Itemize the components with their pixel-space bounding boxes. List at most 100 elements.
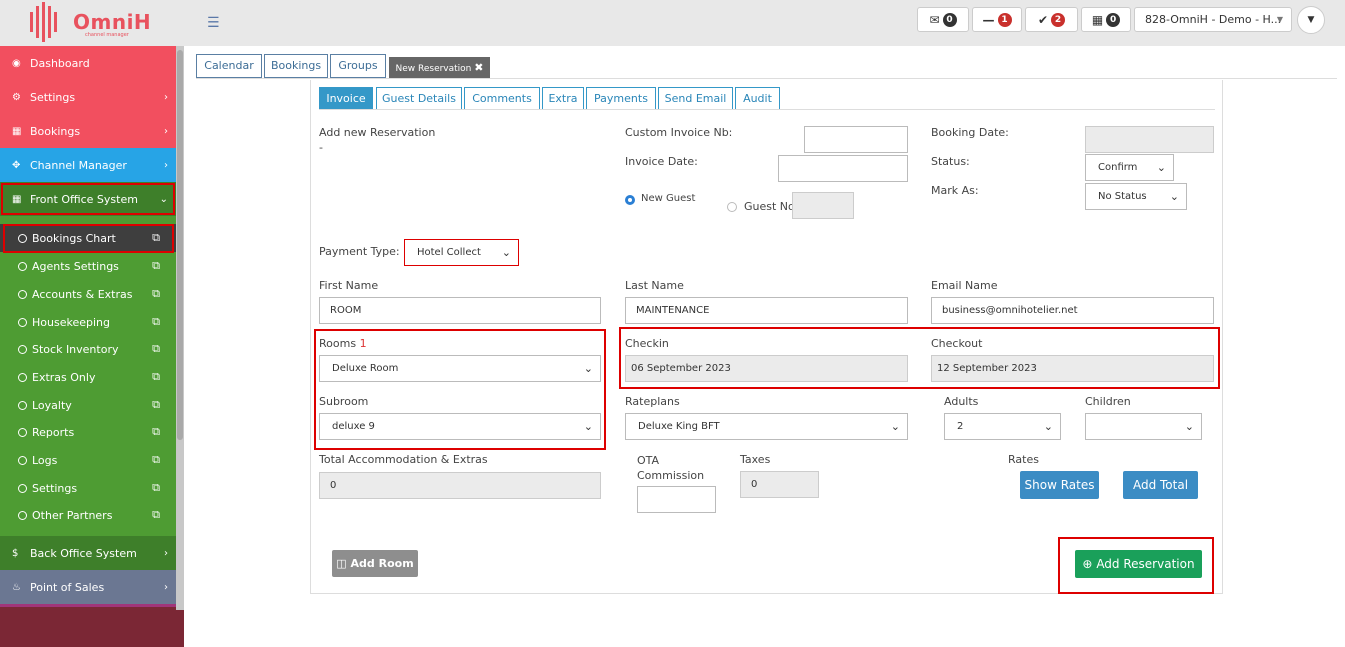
sidebar-sub-label: Settings — [32, 481, 78, 495]
circle-icon — [18, 317, 27, 327]
tab-bookings[interactable]: Bookings — [264, 54, 328, 78]
user-menu-button[interactable]: ▼ — [1297, 6, 1325, 34]
sidebar-sub-logs[interactable]: Logs ⧉ — [0, 446, 176, 474]
chevron-right-icon: › — [164, 581, 168, 593]
sidebar-item-channel-manager[interactable]: ✥ Channel Manager › — [0, 148, 176, 182]
booking-date-input[interactable] — [1085, 126, 1214, 153]
highlight-bookings-chart — [3, 224, 174, 253]
inner-tabs-divider — [319, 109, 1215, 110]
mark-as-select[interactable]: No Status ⌄ — [1085, 183, 1187, 210]
highlight-front-office — [1, 183, 175, 215]
sidebar-sub-reports[interactable]: Reports ⧉ — [0, 418, 176, 446]
circle-icon — [18, 400, 27, 410]
sidebar-sub-label: Logs — [32, 453, 58, 467]
new-guest-label: New Guest — [641, 193, 696, 204]
add-new-reservation-label: Add new Reservation — [319, 126, 436, 139]
sidebar-sub-extras-only[interactable]: Extras Only ⧉ — [0, 363, 176, 391]
sidebar-item-pos[interactable]: ♨ Point of Sales › — [0, 570, 176, 604]
sidebar-sub-other-partners[interactable]: Other Partners ⧉ — [0, 501, 176, 529]
chevron-down-icon: ⌄ — [501, 246, 511, 259]
new-guest-radio[interactable] — [625, 195, 635, 205]
menu-toggle-icon[interactable]: ☰ — [207, 15, 220, 31]
messages-button[interactable]: ✉ 0 — [917, 7, 969, 32]
tab-guest-details[interactable]: Guest Details — [376, 87, 462, 110]
guest-no-label: Guest No — [744, 200, 795, 213]
sidebar-item-settings[interactable]: ⚙ Settings › — [0, 80, 176, 114]
sidebar-item-label: Channel Manager — [30, 158, 127, 172]
calendar-count: 0 — [1106, 12, 1121, 27]
external-link-icon: ⧉ — [152, 259, 160, 272]
mark-as-label: Mark As: — [931, 184, 979, 197]
sidebar-item-bookings[interactable]: ▦ Bookings › — [0, 114, 176, 148]
brand-logo[interactable]: OmniH channel manager — [28, 2, 151, 42]
tab-new-reservation[interactable]: New Reservation ✖ — [389, 57, 490, 78]
tabs-divider — [196, 78, 1337, 79]
guest-no-radio[interactable] — [727, 202, 737, 212]
sidebar-sub-housekeeping[interactable]: Housekeeping ⧉ — [0, 308, 176, 336]
first-name-input[interactable]: ROOM — [319, 297, 601, 324]
calendar-button[interactable]: ▦ 0 — [1081, 7, 1131, 32]
tab-invoice[interactable]: Invoice — [319, 87, 373, 110]
add-room-label: Add Room — [350, 557, 414, 570]
sidebar-scroll-thumb[interactable] — [177, 50, 183, 440]
circle-icon — [18, 289, 27, 299]
tab-label: New Reservation — [395, 64, 472, 74]
tab-extra[interactable]: Extra — [542, 87, 584, 110]
chevron-down-icon: ⌄ — [1169, 190, 1179, 203]
sidebar-item-label: Point of Sales — [30, 580, 105, 594]
ota-commission-label: OTA Commission — [637, 454, 705, 482]
rates-label: Rates — [1008, 453, 1039, 466]
rateplans-select[interactable]: Deluxe King BFT ⌄ — [625, 413, 908, 440]
last-name-input[interactable]: MAINTENANCE — [625, 297, 908, 324]
children-label: Children — [1085, 395, 1131, 408]
chevron-right-icon: › — [164, 91, 168, 103]
show-rates-button[interactable]: Show Rates — [1020, 471, 1099, 499]
payment-type-select[interactable]: Hotel Collect ⌄ — [404, 239, 519, 266]
bed-icon: ◫ — [336, 557, 347, 570]
adults-select[interactable]: 2 ⌄ — [944, 413, 1061, 440]
sidebar-sub-settings[interactable]: Settings ⧉ — [0, 474, 176, 502]
sidebar-sub-accounts-extras[interactable]: Accounts & Extras ⧉ — [0, 280, 176, 308]
minus-count: 1 — [997, 12, 1012, 27]
close-icon[interactable]: ✖ — [474, 61, 483, 74]
email-input[interactable]: business@omnihotelier.net — [931, 297, 1214, 324]
sidebar-item-back-office[interactable]: $ Back Office System › — [0, 536, 176, 570]
status-select-value: Confirm — [1098, 162, 1138, 173]
total-input[interactable]: 0 — [319, 472, 601, 499]
calendar-icon: ▦ — [1091, 12, 1104, 27]
ota-commission-input[interactable] — [637, 486, 716, 513]
sidebar-item-dashboard[interactable]: ◉ Dashboard — [0, 46, 176, 80]
minus-button[interactable]: — 1 — [972, 7, 1022, 32]
sidebar-sub-loyalty[interactable]: Loyalty ⧉ — [0, 391, 176, 419]
check-button[interactable]: ✔ 2 — [1025, 7, 1078, 32]
tab-send-email[interactable]: Send Email — [658, 87, 733, 110]
status-select[interactable]: Confirm ⌄ — [1085, 154, 1174, 181]
sidebar-item-label: Back Office System — [30, 546, 137, 560]
minus-icon: — — [982, 12, 995, 27]
gear-icon: ⚙ — [12, 91, 21, 103]
sidebar-sub-stock-inventory[interactable]: Stock Inventory ⧉ — [0, 335, 176, 363]
external-link-icon: ⧉ — [152, 508, 160, 521]
email-label: Email Name — [931, 279, 998, 292]
sidebar-sub-label: Other Partners — [32, 508, 113, 522]
rateplans-label: Rateplans — [625, 395, 680, 408]
tab-comments[interactable]: Comments — [464, 87, 540, 110]
sidebar-sub-agents-settings[interactable]: Agents Settings ⧉ — [0, 252, 176, 280]
custom-invoice-input[interactable] — [804, 126, 908, 153]
tab-audit[interactable]: Audit — [735, 87, 780, 110]
tab-groups[interactable]: Groups — [330, 54, 386, 78]
children-select[interactable]: ⌄ — [1085, 413, 1202, 440]
check-count: 2 — [1051, 12, 1066, 27]
hotel-select[interactable]: 828-OmniH - Demo - H... ▼ — [1134, 7, 1292, 32]
guest-no-input[interactable] — [792, 192, 854, 219]
circle-icon — [18, 455, 27, 465]
invoice-date-input[interactable] — [778, 155, 908, 182]
tab-payments[interactable]: Payments — [586, 87, 656, 110]
add-room-button[interactable]: ◫ Add Room — [332, 550, 418, 577]
taxes-input[interactable]: 0 — [740, 471, 819, 498]
sidebar-item-label: Bookings — [30, 124, 81, 138]
add-total-button[interactable]: Add Total — [1123, 471, 1198, 499]
sidebar-item-label: Settings — [30, 90, 76, 104]
tab-calendar[interactable]: Calendar — [196, 54, 262, 78]
sidebar-sub-label: Accounts & Extras — [32, 287, 133, 301]
